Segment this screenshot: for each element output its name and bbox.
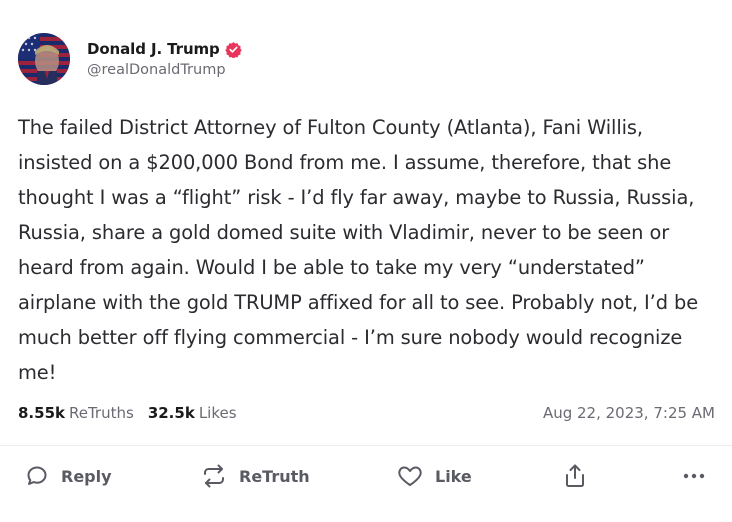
name-row: Donald J. Trump	[87, 40, 242, 58]
more-options-button[interactable]	[682, 456, 706, 496]
avatar-image	[18, 33, 70, 85]
retruths-count: 8.55k	[18, 404, 65, 422]
user-handle[interactable]: @realDonaldTrump	[87, 62, 242, 78]
like-label: Like	[435, 466, 472, 486]
repost-arrows-icon	[201, 464, 227, 488]
action-bar: Reply ReTruth Like	[0, 456, 732, 496]
likes-label: Likes	[198, 404, 237, 422]
truth-post: Donald J. Trump @realDonaldTrump The fai…	[0, 0, 732, 522]
heart-icon	[397, 464, 423, 488]
divider	[0, 445, 732, 446]
author-names: Donald J. Trump @realDonaldTrump	[87, 40, 242, 78]
likes-count: 32.5k	[147, 404, 195, 422]
post-text: The failed District Attorney of Fulton C…	[18, 116, 699, 384]
share-button[interactable]	[563, 456, 587, 496]
reply-button[interactable]: Reply	[25, 456, 112, 496]
post-timestamp[interactable]: Aug 22, 2023, 7:25 AM	[543, 404, 715, 422]
post-header: Donald J. Trump @realDonaldTrump	[18, 33, 242, 85]
retruths-stat[interactable]: 8.55k ReTruths	[18, 404, 134, 422]
retruth-button[interactable]: ReTruth	[201, 456, 310, 496]
more-dots-icon	[682, 472, 706, 480]
retruth-label: ReTruth	[239, 466, 310, 486]
likes-stat[interactable]: 32.5k Likes	[148, 404, 237, 422]
share-upload-icon	[563, 463, 587, 489]
avatar[interactable]	[18, 33, 70, 85]
display-name[interactable]: Donald J. Trump	[87, 40, 220, 58]
verified-badge-icon	[224, 41, 242, 58]
reply-label: Reply	[61, 466, 112, 486]
retruths-label: ReTruths	[69, 404, 134, 422]
post-stats: 8.55k ReTruths 32.5k Likes	[18, 404, 251, 422]
speech-bubble-icon	[25, 464, 49, 488]
like-button[interactable]: Like	[397, 456, 472, 496]
